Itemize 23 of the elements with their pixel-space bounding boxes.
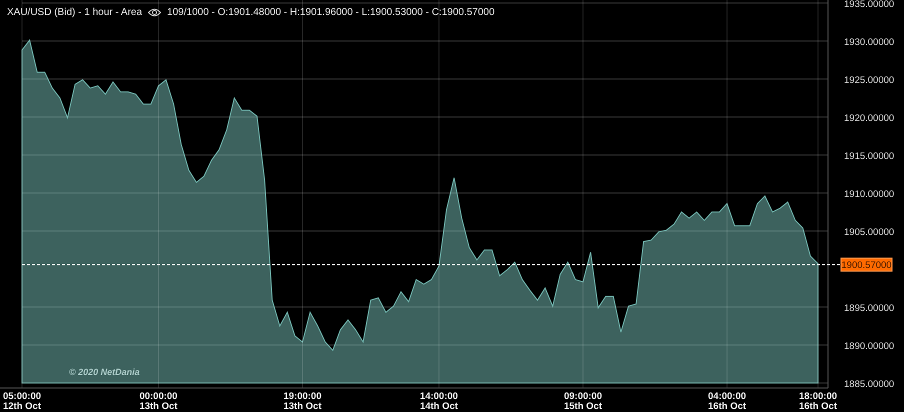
chart-title: XAU/USD (Bid) - 1 hour - Area [7,6,142,20]
x-axis-label: 04:00:00 16th Oct [708,391,746,412]
current-price-badge: 1900.57000 [840,258,892,272]
x-axis-label: 00:00:00 13th Oct [139,391,178,412]
y-axis-label: 1905.00000 [844,227,894,238]
x-axis-label: 18:00:00 16th Oct [798,391,838,412]
x-axis-label: 14:00:00 14th Oct [420,391,458,412]
copyright-text: © 2020 NetDania [69,366,140,379]
y-axis-label: 1920.00000 [844,113,894,124]
y-axis-label: 1930.00000 [844,37,894,48]
y-axis-label: 1890.00000 [844,341,894,352]
y-axis-label: 1915.00000 [844,151,894,162]
x-axis-label: 09:00:00 15th Oct [564,391,602,412]
ref-line-label: 1900.57000 [841,260,892,272]
eye-icon[interactable] [148,8,162,17]
y-axis-label: 1910.00000 [844,189,894,200]
ohlc-stats: 109/1000 - O:1901.48000 - H:1901.96000 - L:1900.53000 - C:1900.57000 [167,6,495,20]
x-axis-label: 05:00:00 12th Oct [2,391,42,412]
y-axis-label: 1935.00000 [844,0,894,10]
y-axis-label: 1885.00000 [844,379,894,390]
y-axis-label: 1925.00000 [844,75,894,86]
y-axis-label: 1895.00000 [844,303,894,314]
x-axis-label: 19:00:00 13th Oct [283,391,322,412]
